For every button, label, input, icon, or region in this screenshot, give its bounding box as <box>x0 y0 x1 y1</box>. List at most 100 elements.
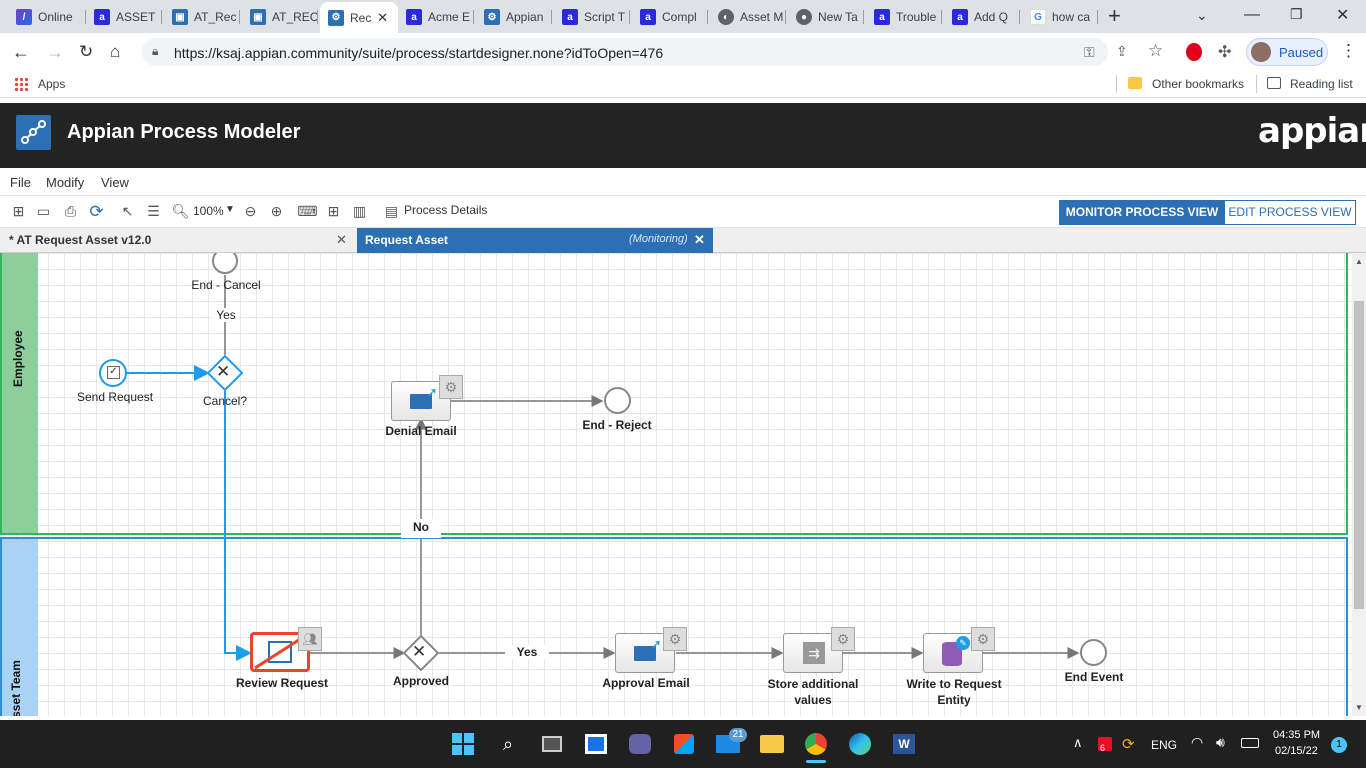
volume-icon[interactable]: 🔊︎ <box>1216 734 1225 751</box>
browser-tab[interactable]: / Online <box>8 4 86 30</box>
print-icon[interactable]: ⎙ <box>62 203 79 220</box>
profile-button[interactable]: Paused <box>1246 38 1328 66</box>
tab-search-icon[interactable]: ⌄ <box>1196 7 1208 24</box>
process-details-icon[interactable]: ▤ <box>383 203 400 220</box>
browser-tab[interactable]: ● New Ta <box>788 4 864 30</box>
store-icon[interactable] <box>672 733 696 755</box>
opera-extension-icon[interactable] <box>1186 43 1202 61</box>
close-window-icon[interactable]: ✕ <box>1336 5 1349 25</box>
new-icon[interactable]: ⊞ <box>10 203 27 220</box>
lock-icon[interactable]: 🔒︎ <box>152 44 158 59</box>
doc-tab-request-asset[interactable]: Request Asset (Monitoring) ✕ <box>357 228 713 253</box>
browser-tab[interactable]: a Script T <box>554 4 630 30</box>
task-view-icon[interactable] <box>540 733 564 755</box>
wifi-icon[interactable]: ◠ <box>1191 734 1203 751</box>
columns-icon[interactable]: ▥ <box>351 203 368 220</box>
appian-a-icon: a <box>562 9 578 25</box>
battery-icon[interactable] <box>1241 738 1259 748</box>
label-approved: Approved <box>392 674 449 688</box>
file-explorer-icon[interactable] <box>760 733 784 755</box>
menu-modify[interactable]: Modify <box>46 175 84 190</box>
close-icon[interactable]: ✕ <box>336 232 347 248</box>
new-tab-icon[interactable]: + <box>1108 5 1121 27</box>
end-reject-event[interactable] <box>604 387 631 414</box>
clock-time[interactable]: 04:35 PM <box>1273 729 1320 741</box>
extensions-icon[interactable]: ✣ <box>1218 42 1231 62</box>
url-text[interactable]: https://ksaj.appian.community/suite/proc… <box>174 45 663 61</box>
scroll-up-icon[interactable]: ▲ <box>1355 257 1363 266</box>
appian-a-icon: a <box>94 9 110 25</box>
close-icon[interactable]: ✕ <box>694 232 705 248</box>
windows-start-icon[interactable] <box>451 733 475 755</box>
forward-icon[interactable]: → <box>46 42 64 63</box>
doc-tab-at-request[interactable]: * AT Request Asset v12.0 <box>9 233 151 247</box>
x-icon: ✕ <box>412 642 427 661</box>
browser-tab[interactable]: ◐ Asset M <box>710 4 786 30</box>
chrome-taskbar-icon[interactable] <box>804 733 828 755</box>
reload-icon[interactable]: ↻ <box>79 42 93 62</box>
gear-icon: ⚙ <box>663 627 687 651</box>
zoom-level[interactable]: 100% <box>193 204 224 218</box>
reading-list[interactable]: Reading list <box>1290 77 1353 91</box>
menu-file[interactable]: File <box>10 175 31 190</box>
widgets-icon[interactable] <box>584 733 608 755</box>
zoom-out-icon[interactable]: ⊖ <box>242 203 259 220</box>
key-icon[interactable]: ⚿ <box>1084 44 1095 61</box>
refresh-icon[interactable]: ⟳ <box>88 202 105 221</box>
appian-record-icon: ▣ <box>250 9 266 25</box>
select-pointer-icon[interactable]: ↖ <box>119 203 136 220</box>
teams-chat-icon[interactable] <box>628 733 652 755</box>
apps-bookmark[interactable]: Apps <box>38 77 65 91</box>
send-request-start-event[interactable]: ✓ <box>99 359 127 387</box>
word-icon[interactable]: W <box>892 733 916 755</box>
share-icon[interactable]: ⇪ <box>1116 43 1128 60</box>
menu-view[interactable]: View <box>101 175 129 190</box>
search-icon[interactable]: ⌕ <box>496 733 520 755</box>
zoom-icon[interactable]: 🔍︎ <box>172 203 190 220</box>
tray-chevron-icon[interactable]: ∧ <box>1073 735 1083 751</box>
label-yes-cancel: Yes <box>212 308 240 322</box>
browser-tab[interactable]: a Compl <box>632 4 708 30</box>
browser-tab[interactable]: a Trouble <box>866 4 942 30</box>
edge-icon[interactable] <box>848 733 872 755</box>
active-indicator <box>806 760 826 763</box>
browser-tab-active[interactable]: ⚙ Rec ✕ <box>320 2 398 33</box>
end-event[interactable] <box>1080 639 1107 666</box>
keyboard-icon[interactable]: ⌨ <box>297 203 317 220</box>
chrome-menu-icon[interactable]: ⋮ <box>1340 41 1357 61</box>
scroll-down-icon[interactable]: ▼ <box>1355 703 1363 712</box>
scrollbar-thumb[interactable] <box>1354 301 1364 609</box>
monitor-process-view-button[interactable]: MONITOR PROCESS VIEW <box>1059 200 1225 225</box>
clock-date[interactable]: 02/15/22 <box>1275 745 1318 757</box>
browser-tab[interactable]: ⚙ Appian <box>476 4 552 30</box>
vertical-scrollbar[interactable]: ▲ ▼ <box>1352 253 1366 716</box>
browser-tab[interactable]: ▣ AT_Rec <box>164 4 240 30</box>
back-icon[interactable]: ← <box>12 42 30 63</box>
notification-badge[interactable]: 1 <box>1331 737 1347 753</box>
other-bookmarks[interactable]: Other bookmarks <box>1152 77 1244 91</box>
home-icon[interactable]: ⌂ <box>110 42 120 62</box>
browser-tab[interactable]: a Add Q <box>944 4 1020 30</box>
browser-tab[interactable]: a ASSET <box>86 4 162 30</box>
browser-tab[interactable]: a Acme E <box>398 4 474 30</box>
zoom-in-icon[interactable]: ⊕ <box>268 203 285 220</box>
close-tab-icon[interactable]: ✕ <box>377 10 388 26</box>
apps-grid-icon[interactable] <box>14 77 28 91</box>
gear-icon: ⚙ <box>439 375 463 399</box>
star-icon[interactable]: ☆ <box>1148 41 1163 61</box>
maximize-icon[interactable]: ❐ <box>1290 6 1303 23</box>
edit-process-view-button[interactable]: EDIT PROCESS VIEW <box>1224 200 1356 225</box>
minimize-icon[interactable]: — <box>1244 6 1260 24</box>
process-details-button[interactable]: Process Details <box>404 203 487 217</box>
grid-list-icon[interactable]: ☰ <box>145 203 162 220</box>
open-folder-icon[interactable]: ▭ <box>35 203 52 220</box>
process-canvas[interactable]: Employee sset Team End - Cancel Yes ✓ Se… <box>0 253 1352 716</box>
browser-tab[interactable]: Ghow ca <box>1022 4 1098 30</box>
chevron-down-icon[interactable]: ▼ <box>225 204 235 215</box>
grid-icon[interactable]: ⊞ <box>325 203 342 220</box>
appian-a-icon: a <box>640 9 656 25</box>
language-indicator[interactable]: ENG <box>1151 738 1177 752</box>
tray-update-icon[interactable]: ⟳ <box>1122 735 1135 753</box>
appian-process-icon: ⚙ <box>484 9 500 25</box>
browser-tab[interactable]: ▣ AT_REC <box>242 4 318 30</box>
